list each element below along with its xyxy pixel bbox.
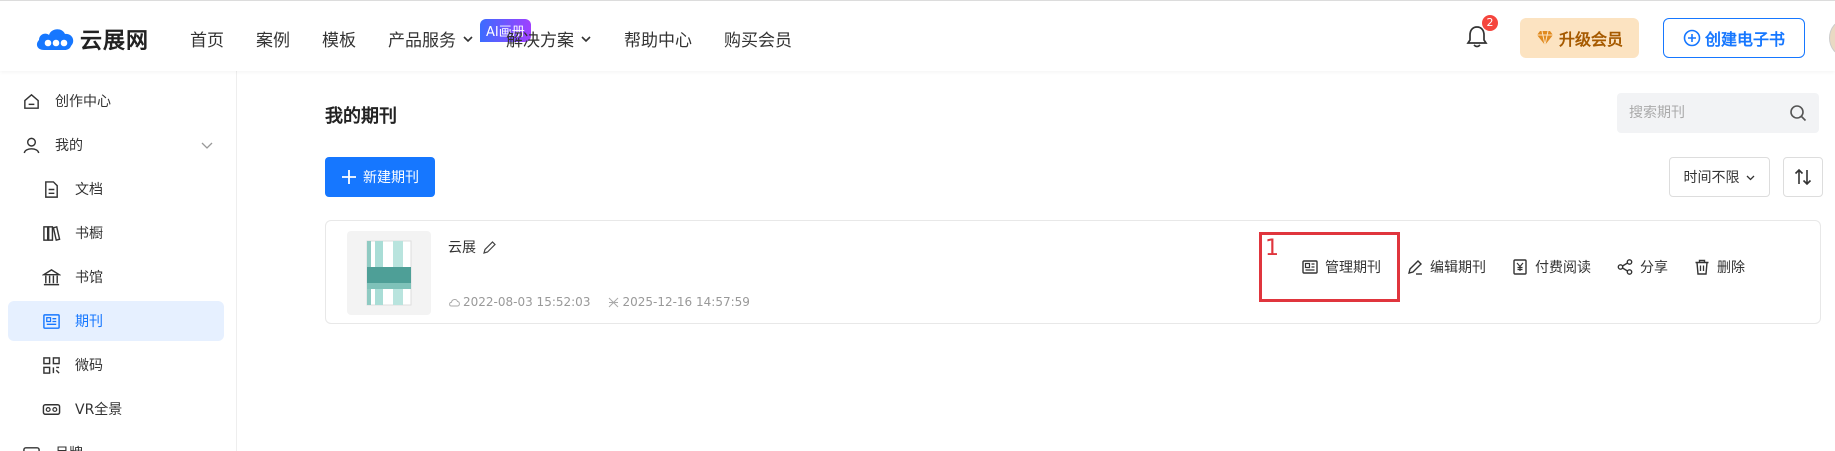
annotation-number: 1 bbox=[1265, 236, 1279, 261]
search-box bbox=[1617, 93, 1819, 133]
time-filter-label: 时间不限 bbox=[1683, 170, 1740, 186]
page-title: 我的期刊 bbox=[325, 106, 397, 127]
tag-icon bbox=[23, 446, 40, 451]
nav-cases[interactable]: 案例 bbox=[256, 26, 290, 51]
diamond-icon bbox=[1536, 30, 1553, 46]
plus-icon bbox=[342, 170, 356, 184]
periodical-icon bbox=[43, 313, 60, 329]
sidebar-item-label: 文档 bbox=[75, 182, 103, 198]
new-periodical-button[interactable]: 新建期刊 bbox=[325, 157, 435, 197]
annotation-highlight-box bbox=[1259, 232, 1400, 302]
edit-periodical-button[interactable]: 编辑期刊 bbox=[1406, 257, 1486, 277]
nav-help[interactable]: 帮助中心 bbox=[624, 26, 692, 51]
upgrade-vip-button[interactable]: 升级会员 bbox=[1520, 18, 1639, 58]
user-icon bbox=[23, 137, 40, 153]
plus-circle-icon bbox=[1683, 29, 1701, 47]
chevron-down-icon bbox=[201, 142, 213, 149]
vr-icon bbox=[42, 403, 61, 415]
sidebar-item-label: 书橱 bbox=[75, 226, 103, 242]
updated-time: 2025-12-16 14:57:59 bbox=[622, 295, 750, 309]
sidebar-item-periodicals[interactable]: 期刊 bbox=[8, 301, 224, 341]
avatar[interactable] bbox=[1829, 20, 1835, 56]
main-nav: 首页 案例 模板 产品服务 AI画册 解决方案 帮助中心 购买会员 bbox=[190, 19, 824, 51]
home-icon bbox=[24, 93, 39, 109]
notification-count-badge: 2 bbox=[1482, 15, 1498, 31]
chevron-down-icon bbox=[1746, 175, 1754, 180]
periodical-name: 云展 bbox=[448, 237, 497, 257]
bookshelf-icon bbox=[43, 225, 61, 241]
update-icon bbox=[609, 297, 619, 307]
action-label: 分享 bbox=[1640, 260, 1668, 276]
sort-button[interactable] bbox=[1783, 157, 1823, 197]
logo[interactable]: 云展网 bbox=[34, 23, 149, 55]
nav-label: 首页 bbox=[190, 31, 224, 51]
cloud-upload-icon bbox=[449, 298, 460, 306]
logo-text: 云展网 bbox=[80, 29, 150, 54]
magazine-cover-image bbox=[366, 240, 412, 306]
sidebar-item-label: 我的 bbox=[55, 138, 83, 154]
action-label: 删除 bbox=[1717, 260, 1745, 276]
sidebar-item-microcode[interactable]: 微码 bbox=[8, 345, 224, 385]
nav-label: 案例 bbox=[256, 31, 290, 51]
upgrade-vip-label: 升级会员 bbox=[1558, 30, 1623, 49]
sidebar-item-label: 创作中心 bbox=[55, 94, 111, 110]
yen-document-icon bbox=[1513, 259, 1527, 275]
sort-arrows-icon bbox=[1794, 168, 1812, 186]
sidebar-item-label: 期刊 bbox=[75, 314, 103, 330]
paid-reading-button[interactable]: 付费阅读 bbox=[1511, 257, 1591, 277]
sidebar-item-label: 书馆 bbox=[75, 270, 103, 286]
qrcode-icon bbox=[43, 356, 60, 374]
sidebar-item-bookshelf[interactable]: 书橱 bbox=[8, 213, 224, 253]
nav-products[interactable]: 产品服务 AI画册 bbox=[388, 19, 531, 51]
nav-label: 帮助中心 bbox=[624, 31, 692, 51]
cloud-logo-icon bbox=[36, 29, 74, 50]
page: 云展网 首页 案例 模板 产品服务 AI画册 解决方案 帮助中心 购买会员 2 bbox=[0, 0, 1835, 451]
sidebar: 创作中心 我的 文档 书橱 书馆 期刊 微码 VR全景 bbox=[0, 71, 237, 451]
chevron-down-icon bbox=[463, 35, 473, 42]
share-button[interactable]: 分享 bbox=[1616, 257, 1668, 277]
share-icon bbox=[1617, 259, 1633, 275]
created-time: 2022-08-03 15:52:03 bbox=[463, 295, 591, 309]
sidebar-item-mine[interactable]: 我的 bbox=[8, 125, 224, 165]
sidebar-item-label: 微码 bbox=[75, 358, 103, 374]
time-filter-dropdown[interactable]: 时间不限 bbox=[1669, 157, 1770, 197]
edit-icon bbox=[1408, 260, 1422, 275]
sidebar-item-label: VR全景 bbox=[75, 402, 123, 418]
periodical-meta: 2022-08-03 15:52:03 2025-12-16 14:57:59 bbox=[448, 295, 750, 309]
trash-icon bbox=[1695, 259, 1709, 275]
delete-button[interactable]: 删除 bbox=[1693, 257, 1745, 277]
nav-buy-membership[interactable]: 购买会员 bbox=[724, 26, 792, 51]
document-icon bbox=[45, 180, 58, 198]
create-ebook-button[interactable]: 创建电子书 bbox=[1663, 18, 1805, 58]
top-header: 云展网 首页 案例 模板 产品服务 AI画册 解决方案 帮助中心 购买会员 2 bbox=[0, 0, 1835, 71]
nav-home[interactable]: 首页 bbox=[190, 26, 224, 51]
nav-label: 产品服务 bbox=[388, 31, 456, 51]
pencil-icon[interactable] bbox=[482, 240, 497, 255]
action-label: 付费阅读 bbox=[1535, 260, 1591, 276]
nav-label: 购买会员 bbox=[724, 31, 792, 51]
sidebar-item-tags[interactable]: 吊牌 bbox=[8, 433, 224, 451]
chevron-down-icon bbox=[581, 35, 591, 42]
periodical-card[interactable]: 云展 2022-08-03 15:52:03 2025-12-16 14:57:… bbox=[325, 220, 1821, 324]
sidebar-item-documents[interactable]: 文档 bbox=[8, 169, 224, 209]
nav-label: 解决方案 bbox=[506, 31, 574, 51]
sidebar-item-library[interactable]: 书馆 bbox=[8, 257, 224, 297]
create-ebook-label: 创建电子书 bbox=[1704, 30, 1785, 49]
sidebar-item-vr-panorama[interactable]: VR全景 bbox=[8, 389, 224, 429]
nav-label: 模板 bbox=[322, 31, 356, 51]
sidebar-item-creation-center[interactable]: 创作中心 bbox=[8, 81, 224, 121]
periodical-cover[interactable] bbox=[347, 231, 431, 315]
sidebar-item-label: 吊牌 bbox=[55, 443, 83, 451]
library-icon bbox=[42, 268, 61, 285]
periodical-name-text: 云展 bbox=[448, 240, 476, 256]
search-icon[interactable] bbox=[1789, 104, 1807, 122]
nav-solutions[interactable]: 解决方案 bbox=[506, 26, 592, 51]
search-input[interactable] bbox=[1629, 105, 1779, 121]
action-label: 编辑期刊 bbox=[1430, 260, 1486, 276]
new-periodical-label: 新建期刊 bbox=[363, 170, 419, 186]
nav-templates[interactable]: 模板 bbox=[322, 26, 356, 51]
